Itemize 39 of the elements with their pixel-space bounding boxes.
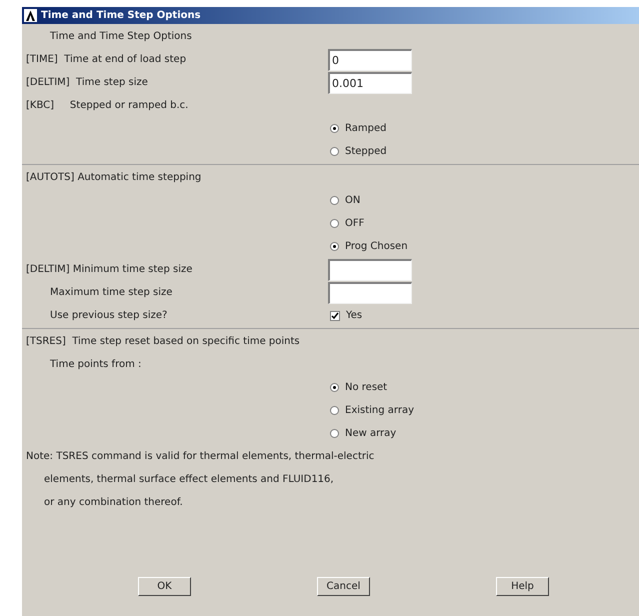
field-label: Use previous step size? bbox=[50, 310, 168, 321]
field-label: [TIME] Time at end of load step bbox=[26, 54, 186, 65]
radio-option[interactable]: ON bbox=[330, 193, 360, 208]
note-text: Note: TSRES command is valid for thermal elements, thermal-electric elements, thermal surface effect elements and FLUID116, or any combination thereof. bbox=[25, 450, 376, 510]
text-field[interactable] bbox=[328, 282, 412, 304]
dialog-button[interactable]: OK bbox=[138, 577, 191, 596]
field-label: [KBC] Stepped or ramped b.c. bbox=[26, 100, 188, 111]
window-title: Time and Time Step Options bbox=[41, 9, 201, 23]
radio-button[interactable] bbox=[330, 147, 339, 156]
radio-button[interactable] bbox=[330, 383, 339, 392]
radio-button[interactable] bbox=[330, 219, 339, 228]
radio-option[interactable]: New array bbox=[330, 426, 396, 441]
text-field[interactable]: 0.001 bbox=[328, 72, 412, 94]
radio-button[interactable] bbox=[330, 124, 339, 133]
field-label: [DELTIM] Minimum time step size bbox=[26, 264, 192, 275]
radio-option[interactable]: Ramped bbox=[330, 121, 386, 136]
field-label: [AUTOTS] Automatic time stepping bbox=[26, 172, 202, 183]
checkbox[interactable] bbox=[330, 310, 340, 320]
radio-button[interactable] bbox=[330, 196, 339, 205]
radio-button[interactable] bbox=[330, 242, 339, 251]
radio-option[interactable]: Existing array bbox=[330, 403, 414, 418]
radio-option[interactable]: OFF bbox=[330, 216, 364, 231]
field-label: [TSRES] Time step reset based on specific time points bbox=[26, 336, 300, 347]
check-icon bbox=[331, 312, 339, 320]
checkbox-option[interactable]: Yes bbox=[330, 308, 362, 323]
radio-button[interactable] bbox=[330, 406, 339, 415]
field-label: [DELTIM] Time step size bbox=[26, 77, 148, 88]
logo-icon bbox=[24, 9, 37, 22]
radio-button[interactable] bbox=[330, 429, 339, 438]
dialog-button[interactable]: Help bbox=[496, 577, 549, 596]
radio-option[interactable]: No reset bbox=[330, 380, 388, 395]
text-field[interactable]: 0 bbox=[328, 48, 412, 70]
field-label: Time points from : bbox=[50, 359, 142, 370]
dialog-button[interactable]: Cancel bbox=[317, 577, 370, 596]
field-label: Maximum time step size bbox=[50, 287, 172, 298]
radio-option[interactable]: Stepped bbox=[330, 144, 387, 159]
text-field[interactable] bbox=[328, 258, 412, 280]
radio-option[interactable]: Prog Chosen bbox=[330, 239, 408, 254]
field-label: Time and Time Step Options bbox=[50, 31, 192, 42]
